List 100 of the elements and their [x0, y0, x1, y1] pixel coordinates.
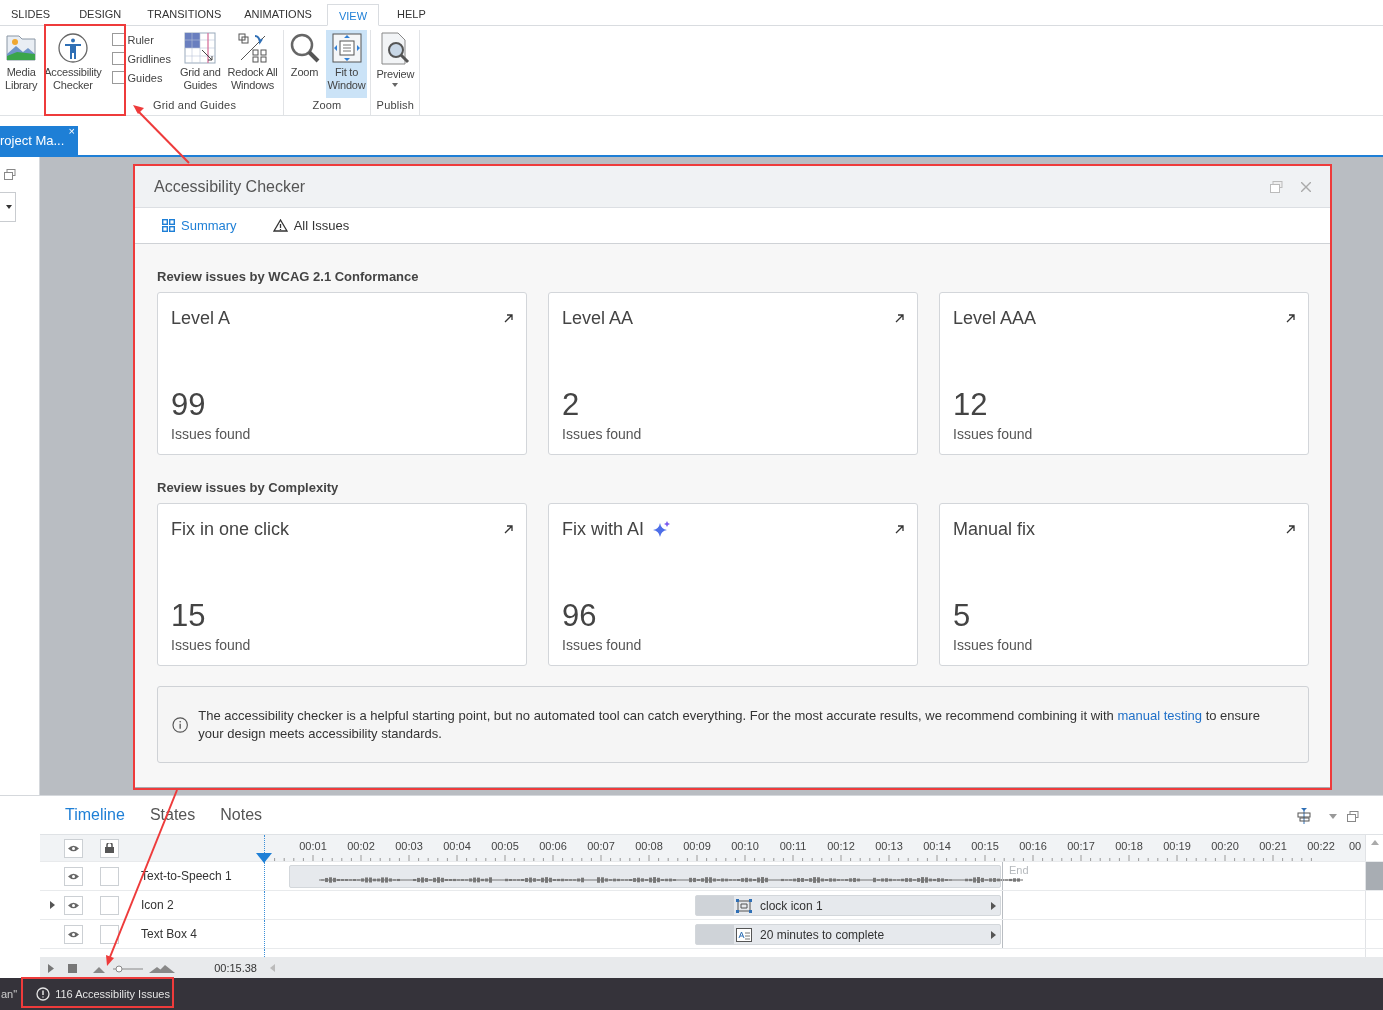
ruler-label: 00:08 — [635, 840, 663, 852]
issue-count: 15 — [171, 599, 207, 633]
visibility-toggle[interactable] — [64, 895, 83, 915]
close-button[interactable]: × — [68, 125, 75, 137]
arrow-icon — [504, 525, 513, 534]
ribbon-tab[interactable]: ANIMATIONS — [233, 3, 323, 25]
restore-icon[interactable] — [1347, 810, 1359, 822]
ribbon-tab[interactable]: VIEW — [326, 4, 380, 26]
checkbox[interactable]: Guides — [111, 71, 171, 84]
ribbon-tab[interactable]: SLIDES — [0, 3, 62, 25]
checkbox[interactable]: Ruler — [111, 33, 171, 46]
restore-icon[interactable] — [4, 169, 16, 180]
group-label: Zoom — [312, 99, 342, 113]
status-text: an" — [1, 988, 18, 1000]
issue-card[interactable]: Level AA 2 Issues found — [548, 292, 918, 455]
manual-testing-link[interactable]: manual testing — [1117, 708, 1203, 723]
arrow-icon — [895, 314, 904, 323]
expand-icon[interactable] — [49, 901, 55, 909]
ribbon-tab[interactable]: DESIGN — [68, 3, 133, 25]
section-heading: Review issues by WCAG 2.1 Conformance — [157, 269, 420, 284]
ruler-label: 00:12 — [827, 840, 855, 852]
layer-name: Icon 2 — [141, 898, 174, 912]
card-caption: Issues found — [562, 637, 643, 653]
lock-toggle[interactable] — [100, 895, 119, 915]
ruler-label: 00:07 — [587, 840, 615, 852]
ruler-label: 00:22 — [1307, 840, 1335, 852]
timeline-tab[interactable]: Notes — [220, 806, 263, 824]
dialog-title: Accessibility Checker — [154, 177, 307, 196]
info-icon — [172, 715, 189, 735]
arrow-icon — [1286, 314, 1295, 323]
issue-count: 2 — [562, 388, 581, 422]
ribbon-button[interactable]: Media Library — [3, 30, 40, 98]
ruler-label: 00:16 — [1019, 840, 1047, 852]
lock-icon — [105, 843, 114, 853]
scrollbar-thumb[interactable] — [1366, 862, 1383, 890]
lock-toggle[interactable] — [100, 924, 119, 944]
ribbon-button[interactable]: Fit to Window — [325, 30, 368, 98]
ruler-label: 00:14 — [923, 840, 951, 852]
grid-icon — [162, 219, 175, 232]
card-title: Level A — [171, 308, 231, 329]
timeline-object[interactable]: 20 minutes to complete — [695, 924, 1001, 945]
ruler-label: 00:18 — [1115, 840, 1143, 852]
issue-count: 12 — [953, 388, 989, 422]
dialog-tab[interactable]: Summary — [162, 218, 237, 233]
ribbon-button[interactable]: Zoom — [286, 30, 323, 98]
ribbon-button[interactable]: Preview — [374, 30, 417, 98]
visibility-toggle[interactable] — [64, 866, 83, 886]
checkbox[interactable]: Gridlines — [111, 52, 171, 65]
ruler-label: 00:06 — [539, 840, 567, 852]
stop-icon[interactable] — [68, 963, 77, 973]
issue-card[interactable]: Fix with AI 96 Issues found — [548, 503, 918, 666]
issue-count: 96 — [562, 599, 598, 633]
caret-icon[interactable] — [1329, 813, 1337, 819]
play-icon[interactable] — [48, 963, 54, 973]
card-title: Manual fix — [953, 519, 1036, 540]
lock-toggle[interactable] — [100, 866, 119, 886]
grid-icon — [184, 32, 217, 64]
alert-icon — [36, 987, 51, 1001]
card-caption: Issues found — [171, 426, 252, 442]
group-label: Grid and Guides — [153, 99, 237, 113]
dialog-tab[interactable]: All Issues — [272, 218, 350, 233]
align-icon[interactable] — [1297, 808, 1311, 824]
timeline-object[interactable]: clock icon 1 — [695, 895, 1001, 916]
ruler-label: 00 — [1349, 840, 1362, 852]
card-caption: Issues found — [953, 426, 1034, 442]
card-caption: Issues found — [171, 637, 252, 653]
warning-icon — [272, 219, 288, 232]
issue-card[interactable]: Level AAA 12 Issues found — [939, 292, 1309, 455]
restore-icon[interactable] — [1270, 180, 1283, 193]
accessibility-checker-button[interactable]: Accessibility Checker — [42, 30, 104, 98]
ruler-label: 00:21 — [1259, 840, 1287, 852]
playhead-icon[interactable] — [256, 853, 272, 863]
ribbon-tab[interactable]: HELP — [386, 3, 437, 25]
object-label: 20 minutes to complete — [760, 927, 886, 942]
timeline-tab[interactable]: Timeline — [65, 806, 125, 824]
current-time: 00:15.38 — [214, 962, 257, 974]
accessibility-issues-button[interactable]: 116 Accessibility Issues — [36, 987, 170, 1001]
ribbon-tab[interactable]: TRANSITIONS — [136, 3, 233, 25]
issue-count: 99 — [171, 388, 207, 422]
expand-icon[interactable] — [991, 930, 996, 939]
caret-icon — [392, 83, 399, 87]
ruler-label: 00:03 — [395, 840, 423, 852]
visibility-toggle[interactable] — [64, 924, 83, 944]
arrow-icon — [1286, 525, 1295, 534]
visibility-toggle[interactable] — [64, 838, 83, 858]
ribbon-button[interactable]: Grid and Guides — [177, 30, 223, 98]
document-tab[interactable]: roject Ma... × — [0, 126, 78, 155]
issue-card[interactable]: Manual fix 5 Issues found — [939, 503, 1309, 666]
ruler-label: 00:10 — [731, 840, 759, 852]
lock-toggle[interactable] — [100, 838, 119, 858]
layer-name: Text Box 4 — [141, 927, 198, 941]
issue-card[interactable]: Level A 99 Issues found — [157, 292, 527, 455]
close-icon[interactable] — [1301, 181, 1311, 192]
ribbon-button[interactable]: Redock All Windows — [225, 30, 280, 98]
arrow-icon — [895, 525, 904, 534]
dropdown[interactable] — [0, 192, 16, 222]
issue-card[interactable]: Fix in one click 15 Issues found — [157, 503, 527, 666]
expand-icon[interactable] — [991, 901, 996, 910]
ruler-label: 00:13 — [875, 840, 903, 852]
windows-icon — [236, 32, 269, 64]
